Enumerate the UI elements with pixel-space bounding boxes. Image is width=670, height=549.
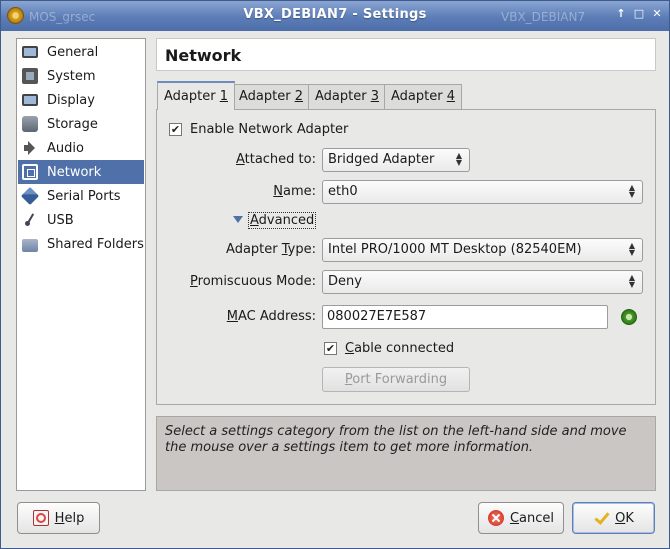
disk-icon <box>22 116 38 132</box>
page-title: Network <box>156 38 656 71</box>
adapter-type-label: Adapter Type: <box>226 242 316 257</box>
settings-category-list[interactable]: General System Display Storage Audio Net… <box>16 38 146 491</box>
sidebar-item-label: Audio <box>47 140 84 156</box>
close-icon[interactable]: ✕ <box>650 7 664 21</box>
combo-arrows-icon: ▲ ▼ <box>628 183 636 199</box>
ok-button[interactable]: OK <box>572 502 655 534</box>
tab-label: Adapter <box>391 89 447 104</box>
combo-arrows-icon: ▲ ▼ <box>455 151 463 167</box>
expander-triangle-icon[interactable] <box>233 216 243 223</box>
tab-mnemonic: 2 <box>294 89 303 104</box>
sidebar-item-label: Serial Ports <box>47 188 121 204</box>
promiscuous-mode-combo[interactable]: Deny ▲ ▼ <box>322 270 643 294</box>
name-value: eth0 <box>328 184 358 199</box>
tab-adapter-3[interactable]: Adapter 3 <box>308 84 386 109</box>
attached-to-combo[interactable]: Bridged Adapter ▲ ▼ <box>322 148 470 172</box>
tab-label: Adapter <box>315 89 371 104</box>
enable-adapter-checkbox[interactable]: ✔ <box>169 123 182 136</box>
sidebar-item-shared-folders[interactable]: Shared Folders <box>18 232 144 256</box>
sidebar-item-label: Network <box>47 164 102 180</box>
sidebar-item-label: Shared Folders <box>47 236 144 252</box>
combo-arrows-icon: ▲ ▼ <box>628 273 636 289</box>
combo-arrows-icon: ▲ ▼ <box>628 241 636 257</box>
attached-to-label: Attached to: <box>235 152 316 167</box>
display-icon <box>22 94 38 106</box>
network-icon <box>22 164 38 180</box>
sidebar-item-label: Display <box>47 92 95 108</box>
attached-to-value: Bridged Adapter <box>328 152 435 167</box>
advanced-toggle[interactable]: Advanced <box>248 212 317 229</box>
mac-address-label: MAC Address: <box>226 309 316 324</box>
generate-mac-refresh-icon[interactable] <box>621 309 637 325</box>
cable-connected-checkbox[interactable]: ✔ <box>324 342 337 355</box>
sidebar-item-label: General <box>47 44 99 60</box>
promiscuous-mode-label: Promiscuous Mode: <box>190 274 316 289</box>
sidebar-item-label: Storage <box>47 116 98 132</box>
help-icon <box>32 510 49 526</box>
sidebar-item-label: System <box>47 68 96 84</box>
name-label: Name: <box>273 184 316 199</box>
sidebar-item-storage[interactable]: Storage <box>18 112 144 136</box>
sidebar-item-label: USB <box>47 212 74 228</box>
adapter-type-combo[interactable]: Intel PRO/1000 MT Desktop (82540EM) ▲ ▼ <box>322 238 643 262</box>
cable-connected-label: Cable connected <box>345 341 455 356</box>
port-forwarding-button[interactable]: Port Forwarding <box>322 367 470 392</box>
usb-icon <box>22 212 38 228</box>
sidebar-item-serial-ports[interactable]: Serial Ports <box>18 184 144 208</box>
tab-adapter-4[interactable]: Adapter 4 <box>384 84 462 109</box>
settings-window: MOS_grsec VBX_DEBIAN7 VBX_DEBIAN7 - Sett… <box>0 0 670 549</box>
tab-mnemonic: 4 <box>446 89 455 104</box>
info-description: Select a settings category from the list… <box>156 416 656 491</box>
serial-port-icon <box>20 186 40 206</box>
promiscuous-mode-value: Deny <box>328 274 362 289</box>
cancel-icon <box>487 510 504 526</box>
speaker-icon <box>22 140 38 156</box>
cancel-label: Cancel <box>509 510 555 526</box>
tab-adapter-2[interactable]: Adapter 2 <box>232 84 310 109</box>
cancel-button[interactable]: Cancel <box>478 502 564 534</box>
sidebar-item-audio[interactable]: Audio <box>18 136 144 160</box>
enable-adapter-label: Enable Network Adapter <box>190 122 349 137</box>
tab-label: Adapter <box>164 89 220 104</box>
tab-adapter-1[interactable]: Adapter 1 <box>157 81 235 110</box>
sidebar-item-general[interactable]: General <box>18 40 144 64</box>
chip-icon <box>22 68 38 84</box>
name-combo[interactable]: eth0 ▲ ▼ <box>322 180 643 204</box>
maximize-icon[interactable]: □ <box>632 7 646 21</box>
tab-mnemonic: 3 <box>370 89 379 104</box>
help-label: Help <box>54 510 85 526</box>
checkmark-icon <box>593 510 609 526</box>
keep-above-icon[interactable]: ↑ <box>614 7 628 21</box>
sidebar-item-usb[interactable]: USB <box>18 208 144 232</box>
ok-label: OK <box>615 510 634 526</box>
monitor-icon <box>22 46 38 58</box>
folder-icon <box>22 238 38 252</box>
help-button[interactable]: Help <box>17 502 100 534</box>
title-bar[interactable]: MOS_grsec VBX_DEBIAN7 VBX_DEBIAN7 - Sett… <box>1 1 669 31</box>
mac-address-field[interactable]: 080027E7E587 <box>322 305 608 329</box>
window-title: VBX_DEBIAN7 - Settings <box>243 7 427 22</box>
adapter-type-value: Intel PRO/1000 MT Desktop (82540EM) <box>328 242 582 257</box>
sidebar-item-display[interactable]: Display <box>18 88 144 112</box>
tab-label: Adapter <box>239 89 295 104</box>
tab-mnemonic: 1 <box>219 89 228 104</box>
sidebar-item-system[interactable]: System <box>18 64 144 88</box>
sidebar-item-network[interactable]: Network <box>18 160 144 184</box>
